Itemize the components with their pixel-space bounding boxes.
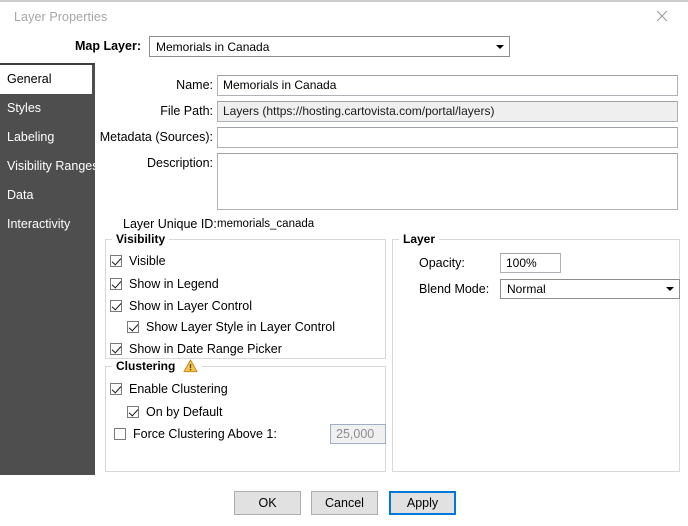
checkbox-show-layer-style-label: Show Layer Style in Layer Control [146, 320, 335, 334]
blend-mode-dropdown[interactable]: Normal [500, 279, 680, 299]
layer-unique-id-value: memorials_canada [217, 218, 315, 230]
name-label: Name: [176, 78, 213, 92]
layer-unique-id-label: Layer Unique ID: [123, 217, 217, 231]
layer-group: Layer [392, 232, 680, 472]
description-input[interactable] [217, 153, 678, 210]
checkbox-show-layer-style-in-layer-control[interactable]: Show Layer Style in Layer Control [127, 320, 335, 334]
name-input[interactable]: Memorials in Canada [217, 75, 678, 96]
general-panel: Name: Memorials in Canada File Path: Lay… [0, 0, 688, 526]
checkbox-visible-label: Visible [129, 254, 166, 268]
checkbox-enable-clustering-label: Enable Clustering [129, 382, 228, 396]
layer-group-title: Layer [399, 232, 440, 246]
checkbox-show-in-date-range-picker-box [110, 343, 122, 355]
apply-button[interactable]: Apply [389, 491, 456, 515]
checkbox-visible-box [110, 255, 122, 267]
checkbox-show-in-layer-control[interactable]: Show in Layer Control [110, 299, 252, 313]
file-path-label: File Path: [160, 104, 213, 118]
blend-mode-selected-value: Normal [507, 282, 546, 296]
checkbox-enable-clustering-box [110, 383, 122, 395]
checkbox-show-in-legend-box [110, 278, 122, 290]
checkbox-on-by-default-box [127, 406, 139, 418]
checkbox-show-layer-style-box [127, 321, 139, 333]
checkbox-show-in-date-range-picker-label: Show in Date Range Picker [129, 342, 282, 356]
checkbox-on-by-default[interactable]: On by Default [127, 405, 222, 419]
warning-triangle-icon [183, 359, 198, 373]
checkbox-show-in-legend[interactable]: Show in Legend [110, 277, 219, 291]
clustering-threshold-input[interactable]: 25,000 [330, 424, 386, 444]
clustering-group-title: Clustering [112, 359, 202, 373]
checkbox-show-in-layer-control-box [110, 300, 122, 312]
checkbox-visible[interactable]: Visible [110, 254, 166, 268]
checkbox-show-in-date-range-picker[interactable]: Show in Date Range Picker [110, 342, 282, 356]
clustering-group-title-text: Clustering [116, 359, 176, 373]
checkbox-enable-clustering[interactable]: Enable Clustering [110, 382, 228, 396]
ok-button[interactable]: OK [234, 491, 301, 515]
file-path-input[interactable]: Layers (https://hosting.cartovista.com/p… [217, 101, 678, 122]
checkbox-force-clustering-above-label: Force Clustering Above 1: [133, 427, 277, 441]
metadata-label: Metadata (Sources): [99, 130, 213, 144]
visibility-group-title: Visibility [112, 232, 170, 246]
opacity-label: Opacity: [419, 256, 465, 270]
checkbox-show-in-legend-label: Show in Legend [129, 277, 219, 291]
chevron-down-icon [661, 281, 678, 297]
checkbox-force-clustering-above[interactable]: Force Clustering Above 1: [114, 427, 277, 441]
checkbox-on-by-default-label: On by Default [146, 405, 223, 419]
metadata-input[interactable] [217, 127, 678, 148]
checkbox-force-clustering-above-box [114, 428, 126, 440]
blend-mode-label: Blend Mode: [419, 282, 490, 296]
cancel-button[interactable]: Cancel [311, 491, 378, 515]
opacity-input[interactable]: 100% [500, 253, 561, 273]
checkbox-show-in-layer-control-label: Show in Layer Control [129, 299, 252, 313]
description-label: Description: [147, 156, 213, 170]
